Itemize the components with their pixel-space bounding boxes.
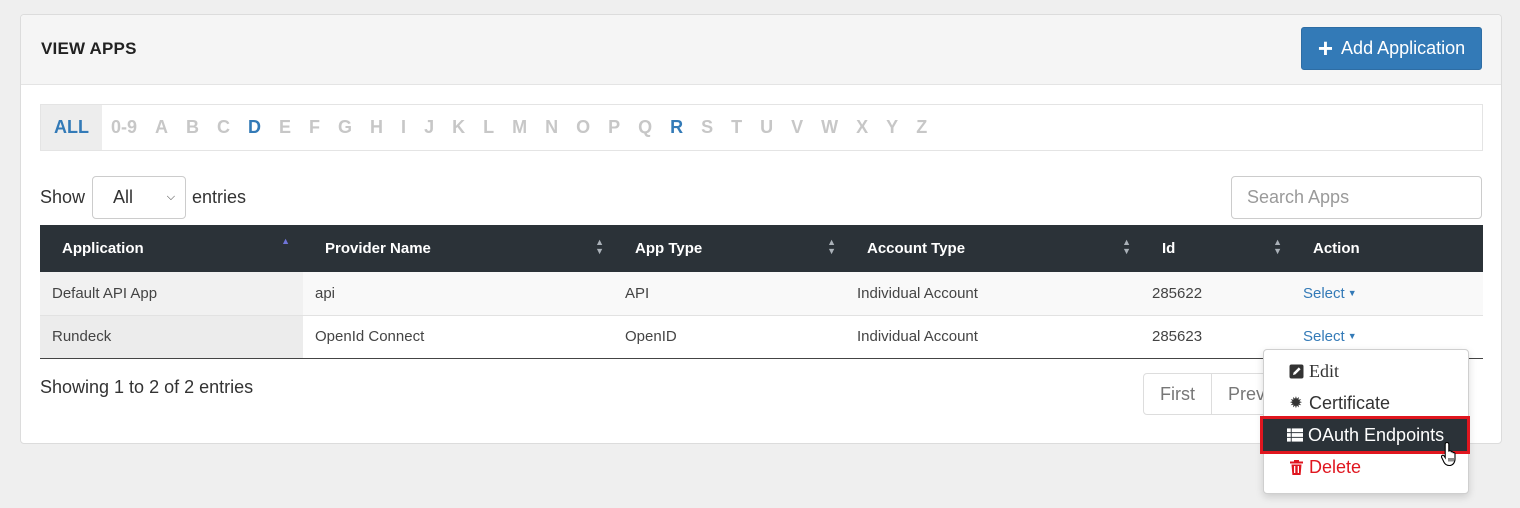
column-header-action: Action — [1313, 240, 1360, 257]
action-dropdown-menu: Edit ✹ Certificate OAuth Endpoints Delet… — [1260, 349, 1470, 494]
chevron-down-icon: ⌵ — [166, 191, 176, 203]
menu-item-label: Edit — [1309, 360, 1339, 381]
alphabet-filter-w[interactable]: W — [812, 105, 847, 150]
table-info: Showing 1 to 2 of 2 entries — [40, 377, 254, 397]
action-select-button[interactable]: Select ▼ — [1303, 285, 1357, 302]
sort-icon: ▲ ▼ — [827, 237, 836, 256]
menu-item-label: OAuth Endpoints — [1308, 424, 1445, 445]
menu-item-label: Certificate — [1309, 392, 1391, 413]
trash-icon — [1288, 459, 1304, 475]
action-select-button[interactable]: Select ▼ — [1303, 328, 1357, 345]
alphabet-filter-u[interactable]: U — [751, 105, 782, 150]
cell-application: Rundeck — [40, 315, 303, 358]
cell-account-type: Individual Account — [857, 284, 978, 302]
table-header-row: Application ▲ Provider Name ▲ ▼ App Type ▲ ▼ … — [40, 225, 1483, 272]
alphabet-filter-v[interactable]: V — [782, 105, 812, 150]
column-header-provider-name[interactable]: Provider Name ▲ ▼ — [303, 225, 613, 272]
menu-item-certificate[interactable]: ✹ Certificate — [1264, 387, 1468, 419]
caret-down-icon: ▼ — [1347, 287, 1357, 298]
alphabet-filter-b[interactable]: B — [177, 105, 208, 150]
alphabet-filter-t[interactable]: T — [722, 105, 751, 150]
page-title: VIEW APPS — [41, 39, 137, 58]
sort-asc-icon: ▲ — [281, 236, 290, 246]
panel-header: VIEW APPS + Add Application — [21, 15, 1501, 85]
alphabet-filter-h[interactable]: H — [361, 105, 392, 150]
hand-cursor-icon — [1441, 441, 1456, 467]
sort-icon: ▲ ▼ — [1273, 237, 1282, 256]
edit-icon — [1288, 364, 1304, 379]
alphabet-filter-g[interactable]: G — [329, 105, 361, 150]
entries-length-control: Show All ⌵ entries — [40, 176, 246, 219]
cell-action: Select ▼ — [1291, 272, 1483, 315]
cell-app-type: API — [625, 284, 650, 302]
alphabet-filter-x[interactable]: X — [847, 105, 877, 150]
alphabet-filter-all[interactable]: ALL — [41, 105, 102, 150]
alphabet-filter-i[interactable]: I — [392, 105, 415, 150]
alphabet-filter-d[interactable]: D — [239, 105, 270, 150]
entries-label: entries — [192, 187, 247, 207]
certificate-icon: ✹ — [1289, 395, 1303, 412]
alphabet-filter-f[interactable]: F — [300, 105, 329, 150]
cell-app-type: OpenID — [625, 328, 677, 345]
alphabet-filter-l[interactable]: L — [474, 105, 503, 150]
column-header-id[interactable]: Id ▲ ▼ — [1140, 225, 1291, 272]
menu-item-delete[interactable]: Delete — [1264, 451, 1468, 483]
table-row: Default API App api API Individual Accou… — [40, 272, 1483, 315]
alphabet-filter-q[interactable]: Q — [629, 105, 661, 150]
alphabet-filter-m[interactable]: M — [503, 105, 536, 150]
cell-application: Default API App — [40, 272, 303, 315]
alphabet-filter-o[interactable]: O — [567, 105, 599, 150]
pagination: First Previ — [1143, 373, 1279, 415]
alphabet-filter-z[interactable]: Z — [907, 105, 936, 150]
menu-item-label: Delete — [1309, 456, 1362, 477]
alphabet-filter-k[interactable]: K — [443, 105, 474, 150]
add-application-label: Add Application — [1341, 38, 1466, 58]
column-header-application[interactable]: Application ▲ — [40, 225, 303, 272]
cell-id: 285622 — [1152, 284, 1203, 302]
alphabet-filter-r[interactable]: R — [661, 105, 692, 150]
alphabet-filter-e[interactable]: E — [270, 105, 300, 150]
alphabet-filter: ALL 0-9 A B C D E F G H I J K L M N O P Q R S T U V W X Y Z — [40, 104, 1483, 151]
sort-icon: ▲ ▼ — [595, 237, 604, 256]
cell-provider: OpenId Connect — [315, 328, 425, 345]
column-header-app-type[interactable]: App Type ▲ ▼ — [613, 225, 845, 272]
cell-account-type: Individual Account — [857, 328, 978, 345]
alphabet-filter-p[interactable]: P — [599, 105, 629, 150]
alphabet-filter-n[interactable]: N — [536, 105, 567, 150]
entries-select[interactable]: All ⌵ — [92, 176, 187, 219]
alphabet-filter-j[interactable]: J — [415, 105, 443, 150]
cell-provider: api — [315, 284, 336, 302]
search-input[interactable] — [1231, 176, 1482, 219]
add-application-button[interactable]: + Add Application — [1301, 27, 1482, 70]
menu-item-oauth-endpoints[interactable]: OAuth Endpoints — [1260, 416, 1470, 454]
menu-item-edit[interactable]: Edit — [1264, 355, 1468, 387]
alphabet-filter-a[interactable]: A — [146, 105, 177, 150]
alphabet-filter-0-9[interactable]: 0-9 — [102, 105, 146, 150]
plus-icon: + — [1317, 32, 1334, 63]
caret-down-icon: ▼ — [1347, 331, 1357, 341]
alphabet-filter-s[interactable]: S — [692, 105, 722, 150]
entries-select-value: All — [113, 187, 134, 207]
apps-table: Application ▲ Provider Name ▲ ▼ App Type ▲ ▼ … — [40, 225, 1483, 359]
alphabet-filter-c[interactable]: C — [208, 105, 239, 150]
alphabet-filter-y[interactable]: Y — [877, 105, 907, 150]
pagination-first-button[interactable]: First — [1144, 374, 1212, 414]
list-icon — [1287, 428, 1303, 442]
sort-icon: ▲ ▼ — [1122, 237, 1131, 256]
column-header-account-type[interactable]: Account Type ▲ ▼ — [845, 225, 1140, 272]
show-label: Show — [40, 187, 86, 207]
